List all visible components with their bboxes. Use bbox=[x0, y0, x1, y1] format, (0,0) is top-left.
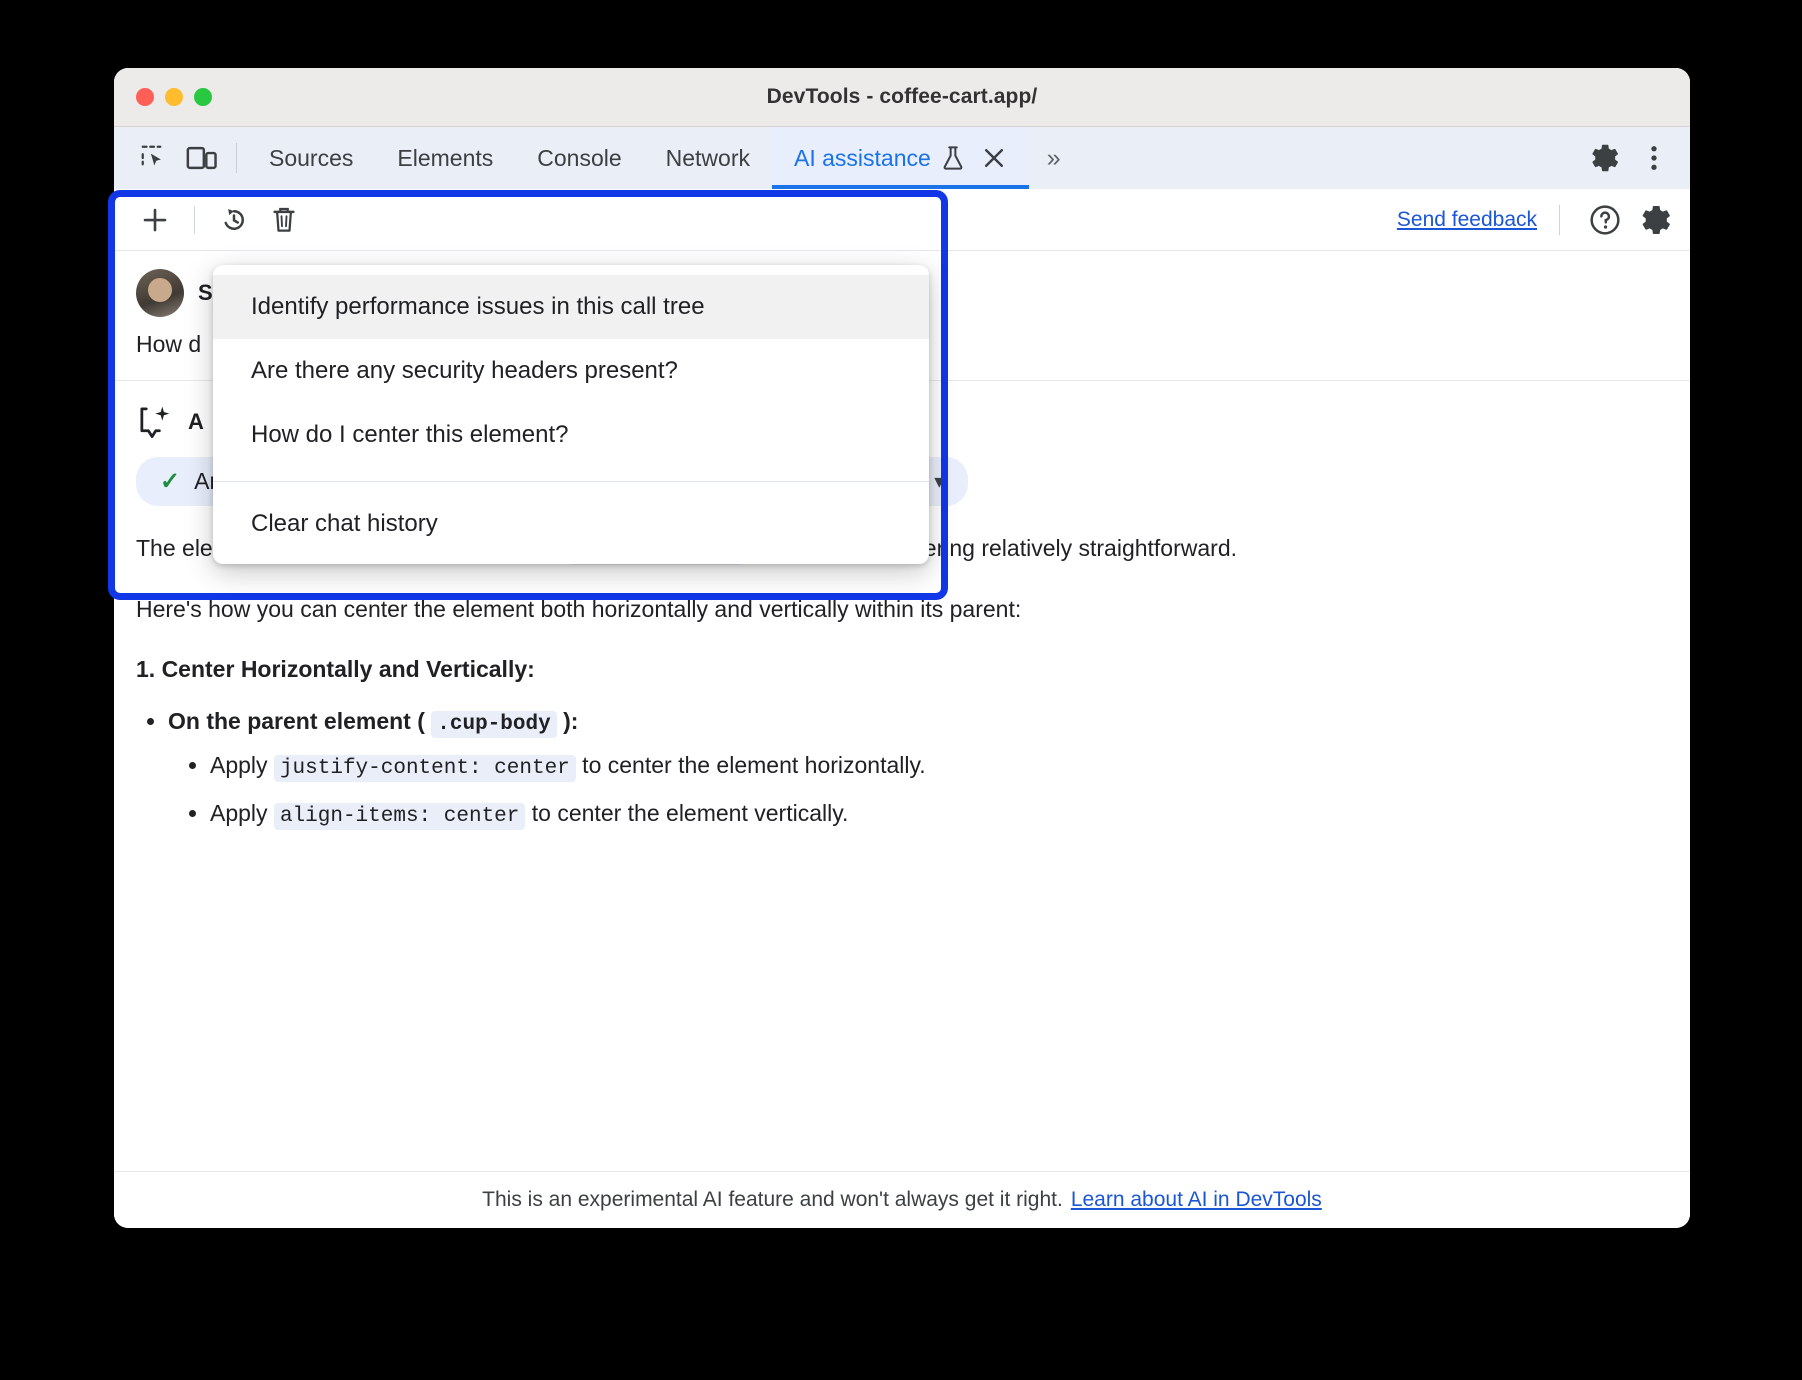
tab-sources-label: Sources bbox=[269, 145, 353, 172]
tab-console-label: Console bbox=[537, 145, 621, 172]
minimize-window-button[interactable] bbox=[165, 88, 183, 106]
more-vertical-icon[interactable] bbox=[1630, 136, 1678, 180]
inline-code-cup-body: .cup-body bbox=[431, 711, 556, 738]
send-feedback-link[interactable]: Send feedback bbox=[1397, 208, 1537, 232]
ai-disclaimer-footer: This is an experimental AI feature and w… bbox=[114, 1171, 1690, 1228]
avatar bbox=[136, 269, 184, 317]
tab-console[interactable]: Console bbox=[515, 127, 643, 189]
devtools-window: DevTools - coffee-cart.app/ bbox=[114, 68, 1690, 1228]
list-item: On the parent element ( .cup-body ): App… bbox=[168, 708, 1690, 828]
help-circle-icon[interactable] bbox=[1582, 197, 1628, 243]
bullet-1-after: ): bbox=[557, 708, 579, 734]
tab-network-label: Network bbox=[666, 145, 750, 172]
ai-toolbar-right: Send feedback bbox=[1397, 197, 1678, 243]
settings-gear-icon[interactable] bbox=[1580, 136, 1628, 180]
history-icon[interactable] bbox=[211, 197, 257, 243]
bullet-1-before: On the parent element ( bbox=[168, 708, 431, 734]
tab-network[interactable]: Network bbox=[644, 127, 772, 189]
settings-gear-icon[interactable] bbox=[1632, 197, 1678, 243]
tab-ai-assistance-label: AI assistance bbox=[794, 145, 931, 172]
device-toolbar-icon[interactable] bbox=[178, 136, 226, 180]
answer-heading-1: 1. Center Horizontally and Vertically: bbox=[136, 653, 1668, 686]
list-item: Apply align-items: center to center the … bbox=[210, 800, 1690, 828]
sub-bullet-1-before: Apply bbox=[210, 752, 274, 778]
menu-divider bbox=[213, 481, 929, 482]
chevron-down-icon: ▾ bbox=[934, 469, 944, 494]
ai-name: A bbox=[188, 409, 204, 435]
disclaimer-text: This is an experimental AI feature and w… bbox=[482, 1188, 1063, 1212]
devtools-tabstrip: Sources Elements Console Network AI assi… bbox=[114, 127, 1690, 189]
zoom-window-button[interactable] bbox=[194, 88, 212, 106]
answer-bullet-list: On the parent element ( .cup-body ): App… bbox=[168, 708, 1690, 828]
menu-item-security-headers[interactable]: Are there any security headers present? bbox=[213, 339, 929, 403]
menu-item-center-element[interactable]: How do I center this element? bbox=[213, 403, 929, 467]
ai-toolbar-right-divider bbox=[1559, 205, 1560, 235]
ai-assistance-toolbar: Send feedback bbox=[114, 189, 1690, 251]
inline-code-align-items: align-items: center bbox=[274, 803, 525, 830]
history-dropdown-menu: Identify performance issues in this call… bbox=[213, 265, 929, 564]
check-icon: ✓ bbox=[160, 470, 180, 494]
list-item: Apply justify-content: center to center … bbox=[210, 752, 1690, 780]
screenshot-root: DevTools - coffee-cart.app/ bbox=[0, 0, 1802, 1380]
menu-item-clear-chat-history[interactable]: Clear chat history bbox=[213, 492, 929, 556]
tab-ai-assistance[interactable]: AI assistance bbox=[772, 127, 1029, 189]
traffic-lights bbox=[136, 88, 212, 106]
inspect-element-icon[interactable] bbox=[130, 136, 178, 180]
inline-code-justify-content: justify-content: center bbox=[274, 755, 576, 782]
ai-toolbar-divider bbox=[194, 206, 195, 234]
close-icon[interactable] bbox=[981, 145, 1007, 171]
more-tabs-chevron-icon[interactable]: » bbox=[1037, 144, 1071, 173]
new-chat-button[interactable] bbox=[132, 197, 178, 243]
trash-icon[interactable] bbox=[261, 197, 307, 243]
tab-elements[interactable]: Elements bbox=[375, 127, 515, 189]
ai-toolbar-left bbox=[132, 197, 307, 243]
tab-sources[interactable]: Sources bbox=[247, 127, 375, 189]
sub-bullet-2-after: to center the element vertically. bbox=[525, 800, 848, 826]
answer-paragraph-2: Here's how you can center the element bo… bbox=[136, 593, 1668, 626]
sub-bullet-2-before: Apply bbox=[210, 800, 274, 826]
close-window-button[interactable] bbox=[136, 88, 154, 106]
sub-bullet-1-after: to center the element horizontally. bbox=[576, 752, 926, 778]
learn-about-ai-link[interactable]: Learn about AI in DevTools bbox=[1071, 1188, 1322, 1212]
window-title: DevTools - coffee-cart.app/ bbox=[114, 85, 1690, 109]
tabstrip-divider bbox=[236, 143, 237, 173]
answer-sub-bullet-list: Apply justify-content: center to center … bbox=[210, 752, 1690, 828]
ai-sparkle-icon bbox=[136, 403, 174, 441]
flask-icon bbox=[941, 145, 965, 171]
tabstrip-right-actions bbox=[1580, 136, 1690, 180]
window-titlebar: DevTools - coffee-cart.app/ bbox=[114, 68, 1690, 127]
user-name: S bbox=[198, 280, 213, 306]
tab-elements-label: Elements bbox=[397, 145, 493, 172]
menu-item-identify-performance-issues[interactable]: Identify performance issues in this call… bbox=[213, 275, 929, 339]
